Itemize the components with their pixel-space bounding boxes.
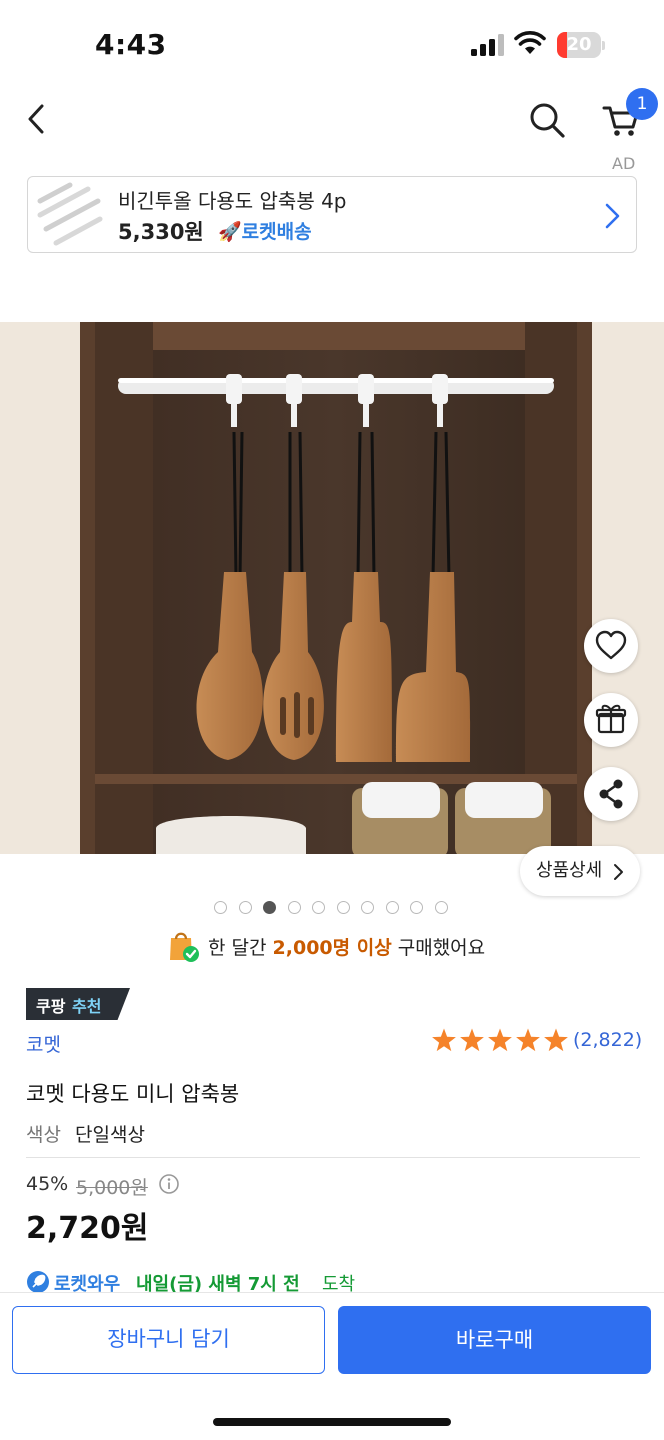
ad-product-title: 비긴투올 다용도 압축봉 4p (118, 189, 347, 213)
gift-button[interactable] (584, 693, 638, 747)
pagination-dot[interactable] (361, 901, 374, 914)
purchase-count-text: 한 달간 2,000명 이상 구매했어요 (208, 933, 485, 960)
divider (26, 1157, 640, 1158)
status-time: 4:43 (95, 28, 167, 61)
signal-icon (471, 34, 504, 56)
pagination-dot[interactable] (312, 901, 325, 914)
add-to-cart-button[interactable]: 장바구니 담기 (12, 1306, 325, 1374)
favorite-button[interactable] (584, 619, 638, 673)
ad-rocket-delivery: 🚀로켓배송 (218, 217, 312, 244)
star-icon (432, 1028, 456, 1052)
product-photo (0, 322, 664, 854)
pagination-dot[interactable] (336, 901, 350, 914)
purchase-count-highlight: 2,000명 이상 (272, 937, 392, 959)
product-name: 코멧 다용도 미니 압축봉 (26, 1082, 240, 1106)
purchase-count-suffix: 구매했어요 (397, 937, 486, 959)
ad-product-thumbnail (37, 182, 103, 246)
info-icon[interactable] (158, 1173, 180, 1195)
product-detail-label: 상품상세 (536, 860, 603, 881)
product-detail-button[interactable]: 상품상세 (520, 846, 640, 896)
ad-product-price: 5,330원 (118, 220, 204, 244)
purchase-count-prefix: 한 달간 (208, 937, 267, 959)
rocket-icon: 🚀 (218, 221, 242, 243)
badge-text-coupang: 쿠팡 (36, 997, 66, 1016)
ad-product-card[interactable]: 비긴투올 다용도 압축봉 4p 5,330원 🚀로켓배송 (27, 176, 637, 253)
search-icon[interactable] (527, 100, 567, 140)
heart-icon (595, 630, 627, 660)
buy-now-button[interactable]: 바로구매 (338, 1306, 651, 1374)
option-value: 단일색상 (75, 1124, 145, 1146)
rocket-wow-icon (27, 1271, 49, 1293)
wifi-icon (514, 31, 546, 54)
review-count-link[interactable]: (2,822) (573, 1029, 642, 1051)
pagination-dot[interactable] (434, 901, 448, 914)
option-label: 색상 (26, 1124, 61, 1146)
battery-level: 20 (566, 34, 592, 55)
star-icon (544, 1028, 568, 1052)
product-image[interactable] (0, 322, 664, 854)
ad-label: AD (612, 154, 636, 173)
pagination-dot[interactable] (238, 901, 252, 914)
chevron-right-icon (614, 864, 623, 880)
star-icon (460, 1028, 484, 1052)
share-icon (599, 779, 623, 809)
cart-count-badge: 1 (626, 88, 658, 120)
rating-stars[interactable] (431, 1028, 569, 1054)
top-nav (0, 90, 664, 150)
pagination-dot[interactable] (385, 901, 399, 914)
gift-icon (595, 704, 627, 734)
chevron-left-icon[interactable] (22, 100, 52, 138)
status-bar: 4:43 20 (0, 0, 664, 90)
pagination-dot[interactable] (214, 901, 227, 914)
original-price: 5,000원 (76, 1177, 148, 1199)
pagination-dot[interactable] (263, 901, 276, 914)
coupang-recommend-badge: 쿠팡 추천 (26, 988, 130, 1020)
brand-link[interactable]: 코멧 (26, 1030, 61, 1057)
pagination-dot[interactable] (287, 901, 301, 914)
badge-text-recommend: 추천 (72, 997, 102, 1016)
chevron-right-icon (605, 203, 620, 229)
shopping-bag-check-icon (170, 932, 199, 962)
star-icon (516, 1028, 540, 1052)
home-indicator[interactable] (213, 1418, 451, 1426)
pagination-dot[interactable] (410, 901, 423, 914)
discount-rate: 45% (26, 1173, 69, 1195)
share-button[interactable] (584, 767, 638, 821)
sale-price: 2,720원 (26, 1211, 149, 1246)
star-icon (488, 1028, 512, 1052)
battery-indicator: 20 (557, 32, 605, 58)
ad-rocket-label: 로켓배송 (241, 221, 312, 243)
